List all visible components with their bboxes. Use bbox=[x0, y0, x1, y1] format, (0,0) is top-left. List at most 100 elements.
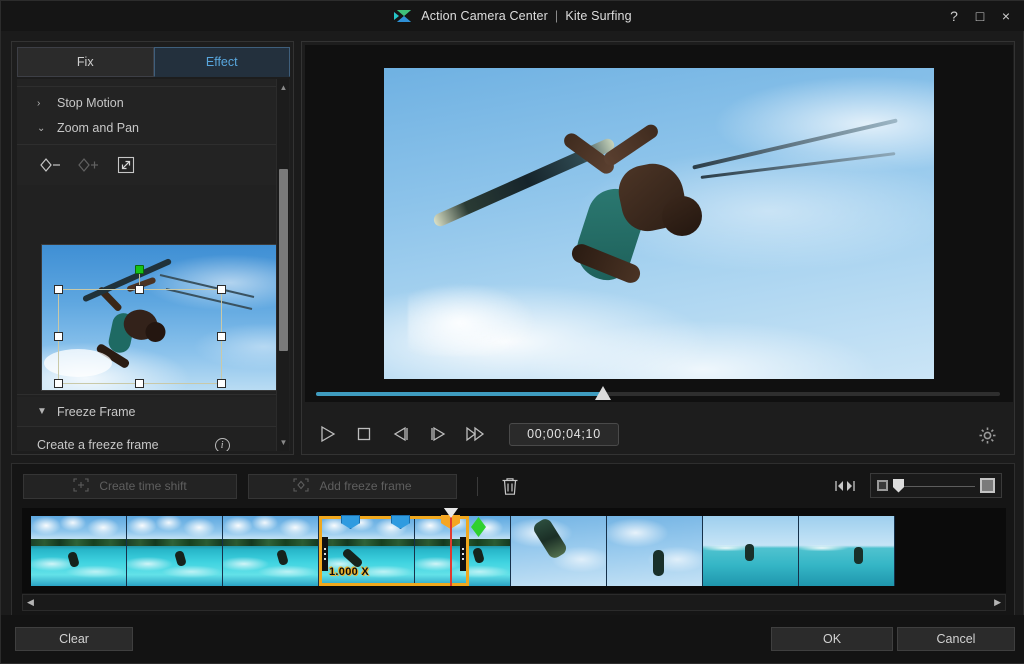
next-frame-button[interactable] bbox=[425, 421, 451, 447]
preview-panel: 00;00;04;10 bbox=[301, 41, 1015, 455]
handle-bottom-left[interactable] bbox=[54, 379, 63, 388]
thumbnail-frame[interactable] bbox=[223, 516, 319, 586]
freeze-frame-description-row: Create a freeze frame i bbox=[17, 427, 276, 451]
zoom-pan-preview[interactable] bbox=[41, 244, 284, 391]
timeline-toolbar: Create time shift Add freeze frame bbox=[12, 464, 1016, 508]
clip-speed-label: 1.000 X bbox=[329, 566, 369, 578]
diamond-plus-icon[interactable] bbox=[77, 154, 99, 176]
expand-arrows-icon[interactable] bbox=[115, 154, 137, 176]
handle-top-center[interactable] bbox=[135, 285, 144, 294]
diamond-minus-icon[interactable] bbox=[39, 154, 61, 176]
rider bbox=[854, 547, 863, 564]
chevron-down-filled-icon: ▼ bbox=[37, 406, 47, 417]
freeze-frame-icon bbox=[293, 478, 309, 495]
timecode-display[interactable]: 00;00;04;10 bbox=[509, 423, 619, 446]
scroll-left-arrow-icon[interactable]: ◀ bbox=[27, 597, 34, 608]
create-time-shift-label: Create time shift bbox=[99, 479, 186, 493]
fast-forward-button[interactable] bbox=[462, 421, 488, 447]
window-controls: ? □ × bbox=[941, 1, 1019, 31]
handle-bottom-right[interactable] bbox=[217, 379, 226, 388]
thumbnail-image bbox=[511, 516, 606, 586]
timeline-add-freeze-frame-button[interactable]: Add freeze frame bbox=[248, 474, 457, 499]
timeline-add-freeze-frame-label: Add freeze frame bbox=[319, 479, 411, 493]
handle-bottom-center[interactable] bbox=[135, 379, 144, 388]
keyframe-marker-blue[interactable] bbox=[341, 515, 360, 529]
close-button[interactable]: × bbox=[993, 3, 1019, 29]
effects-scroll-area: › Stop Motion ⌄ Zoom and Pan bbox=[17, 79, 290, 451]
title-group: Action Camera Center | Kite Surfing bbox=[394, 9, 632, 23]
tab-effect[interactable]: Effect bbox=[154, 47, 291, 77]
cancel-button[interactable]: Cancel bbox=[897, 627, 1015, 651]
info-icon[interactable]: i bbox=[215, 438, 230, 452]
scroll-right-arrow-icon[interactable]: ▶ bbox=[994, 597, 1001, 608]
footer-bar: Clear OK Cancel bbox=[1, 615, 1024, 663]
timeline-zoom-slider[interactable] bbox=[893, 479, 975, 493]
scrub-bar-row bbox=[302, 379, 1016, 409]
handle-top-left[interactable] bbox=[54, 285, 63, 294]
trash-icon[interactable] bbox=[497, 473, 523, 499]
scroll-up-arrow-icon[interactable]: ▲ bbox=[277, 81, 290, 94]
filmstrip[interactable]: 1.000 X bbox=[22, 508, 1006, 593]
previous-frame-button[interactable] bbox=[388, 421, 414, 447]
scrub-progress-fill bbox=[316, 392, 603, 396]
scroll-down-arrow-icon[interactable]: ▼ bbox=[277, 436, 290, 449]
gear-icon[interactable] bbox=[976, 424, 998, 446]
thumbnail-frame[interactable] bbox=[31, 516, 127, 586]
section-zoom-and-pan[interactable]: ⌄ Zoom and Pan bbox=[17, 112, 276, 145]
handle-top-right[interactable] bbox=[217, 285, 226, 294]
scrub-track[interactable] bbox=[316, 392, 1000, 396]
thumbnail-frame[interactable] bbox=[799, 516, 895, 586]
timeline-panel: Create time shift Add freeze frame bbox=[11, 463, 1015, 616]
help-button[interactable]: ? bbox=[941, 3, 967, 29]
effects-scrollbar[interactable]: ▲ ▼ bbox=[276, 79, 289, 451]
scrub-playhead[interactable] bbox=[595, 386, 611, 400]
app-title: Action Camera Center bbox=[421, 9, 548, 23]
maximize-button[interactable]: □ bbox=[967, 3, 993, 29]
clear-button[interactable]: Clear bbox=[15, 627, 133, 651]
rider bbox=[653, 550, 664, 576]
ok-button[interactable]: OK bbox=[771, 627, 893, 651]
thumbnail-frame[interactable] bbox=[607, 516, 703, 586]
zoom-out-small-icon[interactable] bbox=[877, 480, 888, 491]
clip-trim-handle-right[interactable] bbox=[460, 537, 466, 571]
handle-middle-left[interactable] bbox=[54, 332, 63, 341]
partial-section-top bbox=[17, 79, 276, 87]
keyframe-marker-green[interactable] bbox=[471, 517, 486, 537]
section-header-freeze-frame[interactable]: ▼ Freeze Frame bbox=[17, 397, 276, 427]
thumbnail-image bbox=[31, 516, 126, 586]
clip-trim-handle-left[interactable] bbox=[322, 537, 328, 571]
action-camera-logo-icon bbox=[394, 9, 414, 23]
zoom-pan-selection-rect[interactable] bbox=[58, 289, 222, 384]
handle-middle-right[interactable] bbox=[217, 332, 226, 341]
thumbnail-image bbox=[607, 516, 702, 586]
section-label-stop-motion: Stop Motion bbox=[57, 96, 124, 110]
freeze-frame-description: Create a freeze frame bbox=[37, 438, 159, 451]
zoom-in-large-icon[interactable] bbox=[980, 478, 995, 493]
thumbnail-frame[interactable] bbox=[511, 516, 607, 586]
create-time-shift-button[interactable]: Create time shift bbox=[23, 474, 237, 499]
thumbnail-frame[interactable] bbox=[703, 516, 799, 586]
zoom-slider-knob[interactable] bbox=[893, 479, 904, 493]
scrollbar-thumb[interactable] bbox=[279, 169, 288, 351]
thumbnail-image bbox=[799, 516, 894, 586]
rider bbox=[745, 544, 754, 561]
title-separator: | bbox=[555, 9, 558, 23]
fit-to-window-icon[interactable] bbox=[834, 477, 856, 495]
chevron-right-icon: › bbox=[37, 98, 47, 109]
water-spray bbox=[408, 282, 538, 356]
video-preview[interactable] bbox=[384, 68, 934, 379]
keyframe-marker-blue[interactable] bbox=[391, 515, 410, 529]
document-title: Kite Surfing bbox=[565, 9, 631, 23]
play-button[interactable] bbox=[314, 421, 340, 447]
thumbnail-frame[interactable] bbox=[127, 516, 223, 586]
title-bar: Action Camera Center | Kite Surfing ? □ … bbox=[1, 1, 1024, 31]
surfer-head bbox=[662, 196, 702, 236]
stop-button[interactable] bbox=[351, 421, 377, 447]
timeline-playhead-handle[interactable] bbox=[441, 508, 461, 518]
thumbnail-image bbox=[703, 516, 798, 586]
filmstrip-frames: 1.000 X bbox=[31, 516, 895, 586]
rotation-handle[interactable] bbox=[135, 265, 144, 274]
timeline-horizontal-scrollbar[interactable]: ◀ ▶ bbox=[22, 594, 1006, 611]
wave-crest bbox=[799, 545, 894, 551]
tab-fix[interactable]: Fix bbox=[17, 47, 154, 77]
